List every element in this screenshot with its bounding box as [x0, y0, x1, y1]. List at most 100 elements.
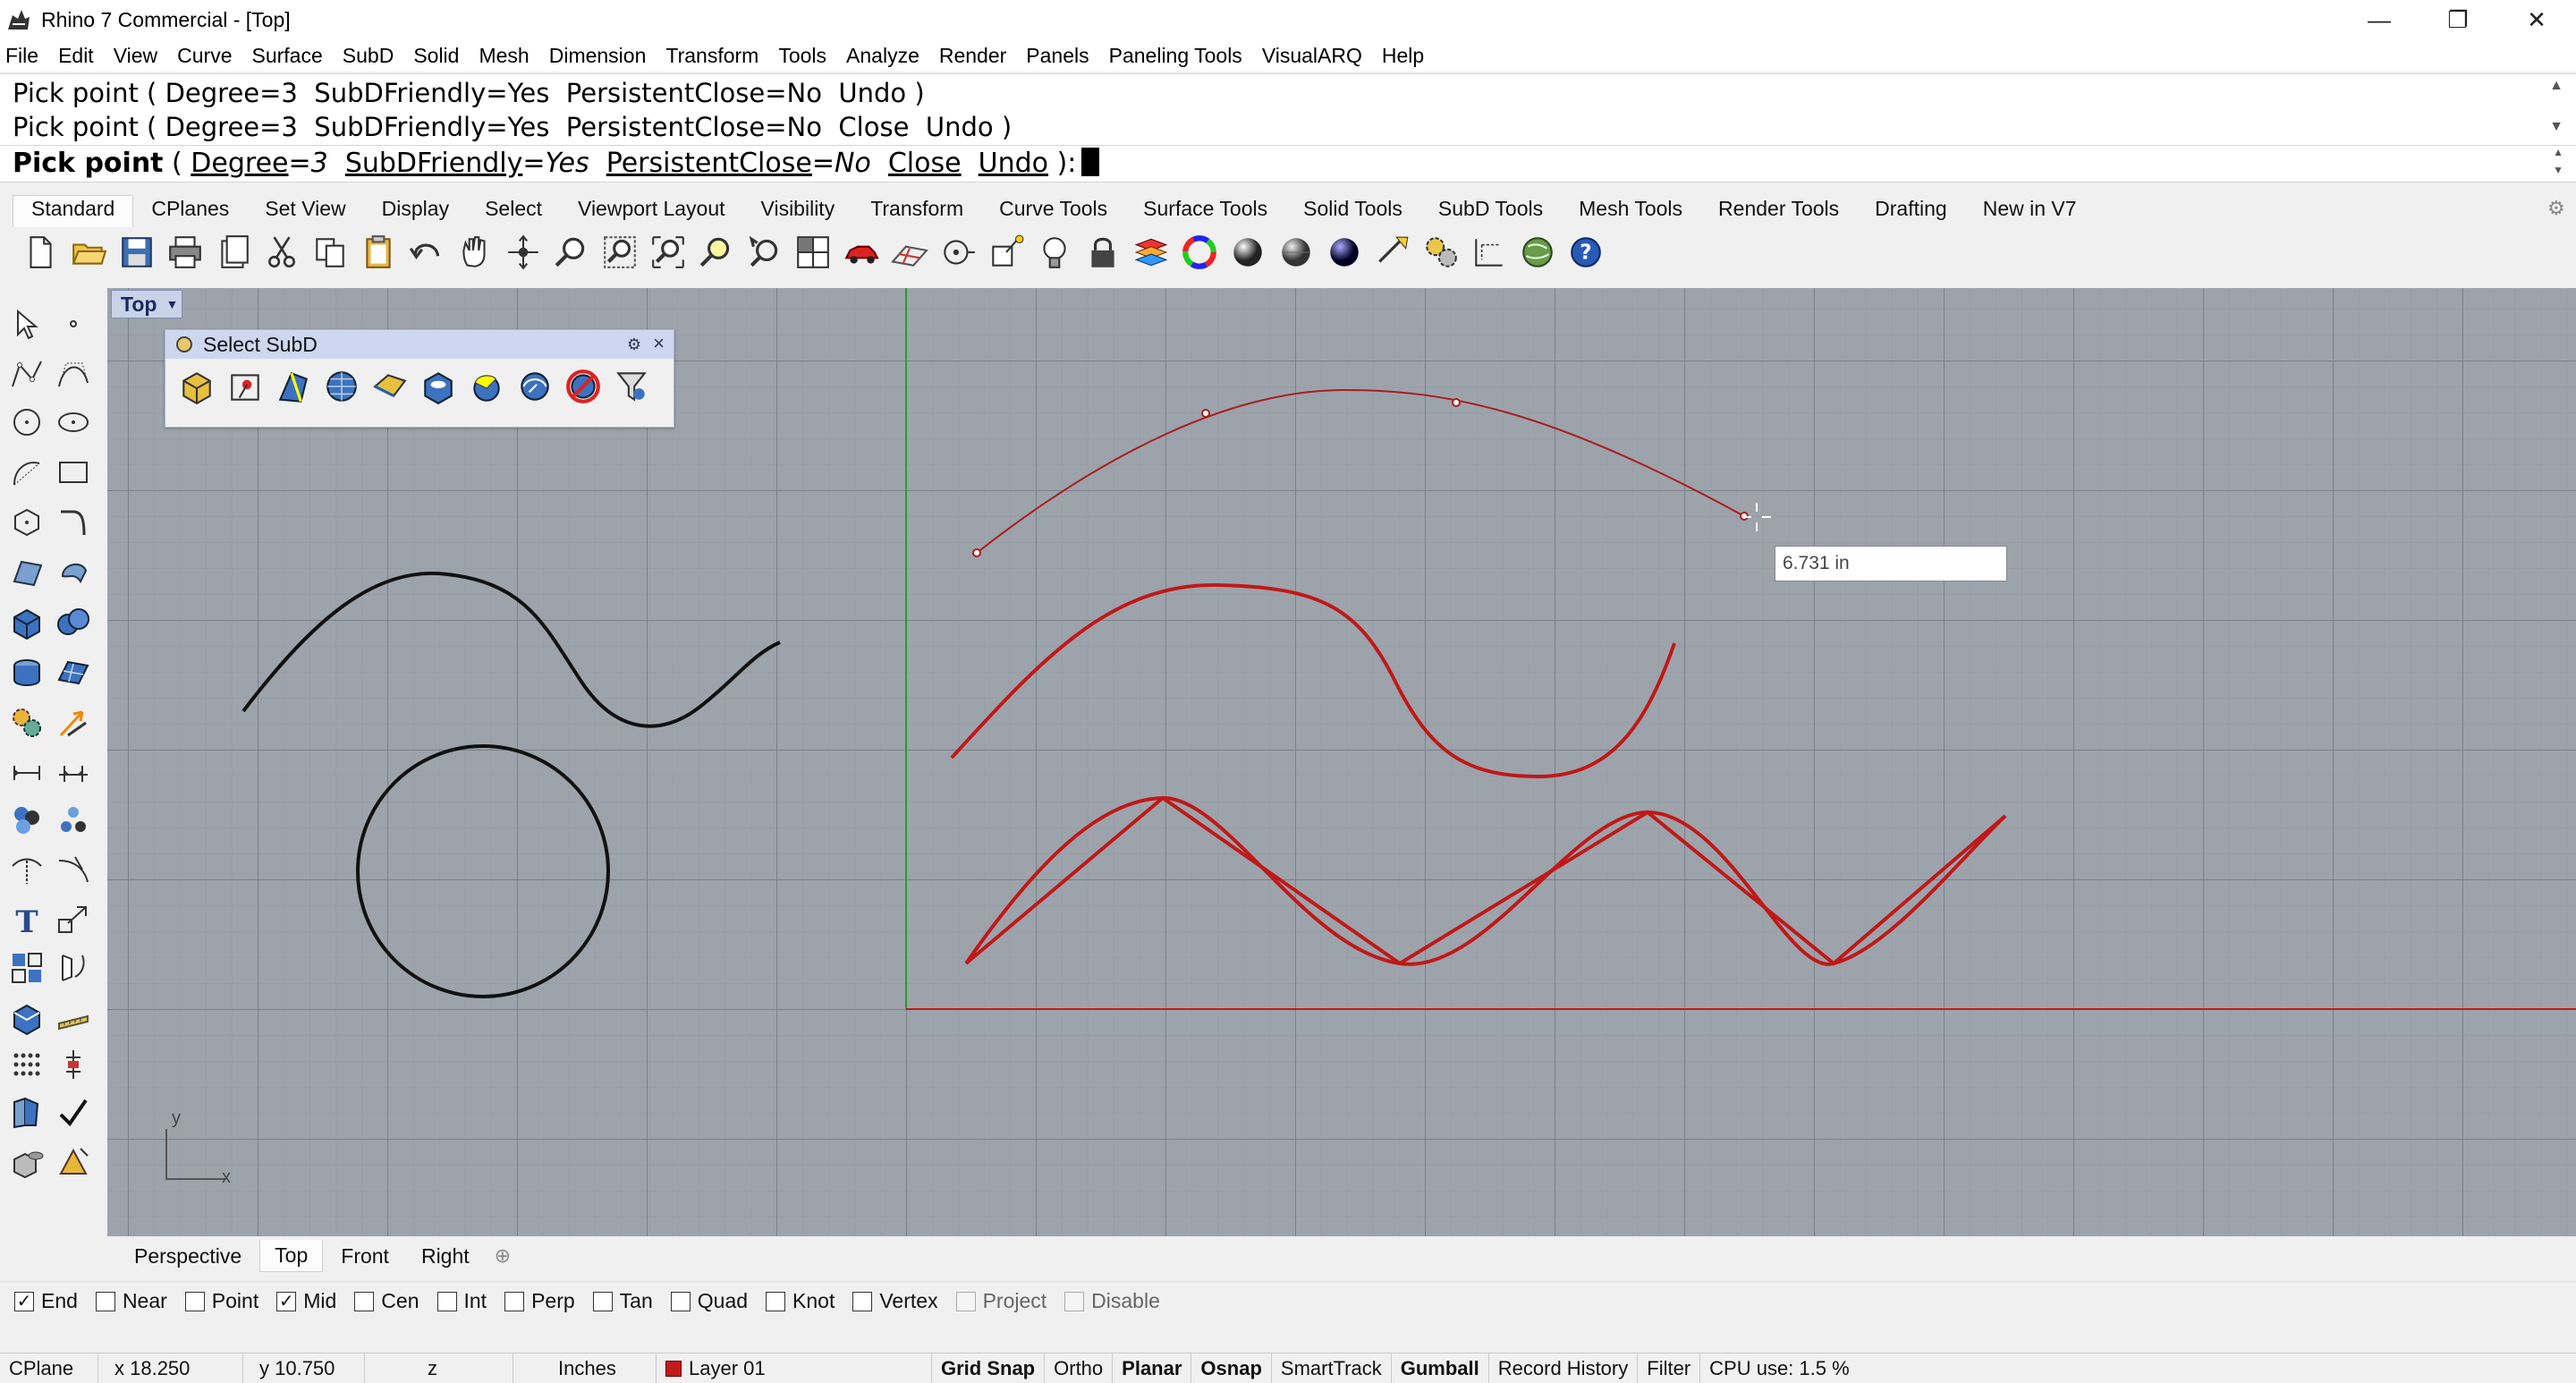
status-ortho[interactable]: Ortho — [1045, 1353, 1114, 1383]
option-persistentclose[interactable]: PersistentClose — [606, 148, 812, 179]
menu-visualarq[interactable]: VisualARQ — [1262, 44, 1362, 68]
status-planar[interactable]: Planar — [1113, 1353, 1192, 1383]
food4rhino-globe-icon[interactable] — [1515, 230, 1560, 275]
viewport-title-tab[interactable]: Top ▼ — [111, 290, 182, 318]
cylinder-icon[interactable] — [5, 651, 48, 694]
status-units[interactable]: Inches — [513, 1353, 657, 1383]
osnap-mid-checkbox[interactable]: ✓ — [276, 1291, 297, 1311]
osnap-mid[interactable]: ✓ Mid — [276, 1289, 336, 1313]
osnap-project[interactable]: Project — [955, 1289, 1046, 1313]
osnap-near-checkbox[interactable] — [95, 1291, 115, 1311]
scale-icon[interactable] — [52, 898, 95, 941]
viewport-tab-right[interactable]: Right — [407, 1241, 484, 1272]
status-osnap[interactable]: Osnap — [1191, 1353, 1272, 1383]
select-subd-boundary-icon[interactable] — [513, 364, 557, 409]
osnap-point-checkbox[interactable] — [184, 1291, 205, 1311]
command-prompt[interactable]: Pick point ( Degree=3 SubDFriendly=Yes P… — [0, 145, 2576, 182]
tab-new-in-v7[interactable]: New in V7 — [1965, 195, 2095, 227]
menu-surface[interactable]: Surface — [252, 44, 323, 68]
osnap-quad[interactable]: Quad — [670, 1289, 748, 1313]
copy-icon[interactable] — [308, 230, 352, 275]
menu-tools[interactable]: Tools — [778, 44, 826, 68]
rotate-view-icon[interactable] — [501, 230, 546, 275]
status-gumball[interactable]: Gumball — [1392, 1353, 1489, 1383]
save-icon[interactable] — [114, 230, 159, 275]
point-grid-icon[interactable] — [5, 1043, 48, 1086]
command-prompt-text[interactable]: Pick point ( Degree=3 SubDFriendly=Yes P… — [13, 148, 1100, 179]
rectangle-icon[interactable] — [52, 451, 95, 494]
polyline-icon[interactable] — [5, 352, 48, 395]
curve-control-points-icon[interactable] — [52, 352, 95, 395]
color-wheel-icon[interactable] — [1177, 230, 1222, 275]
polygon-icon[interactable] — [5, 501, 48, 544]
viewport-tab-perspective[interactable]: Perspective — [120, 1241, 256, 1272]
menu-paneling-tools[interactable]: Paneling Tools — [1109, 44, 1242, 68]
box-solid-icon[interactable] — [5, 601, 48, 644]
floating-toolbar-close-icon[interactable]: × — [653, 332, 665, 355]
new-file-icon[interactable] — [18, 230, 63, 275]
arc-icon[interactable] — [5, 451, 48, 494]
aligned-dimension-icon[interactable] — [52, 750, 95, 793]
zoom-extents-icon[interactable] — [646, 230, 691, 275]
osnap-end-checkbox[interactable]: ✓ — [14, 1291, 34, 1311]
tab-standard[interactable]: Standard — [13, 195, 134, 227]
array-icon[interactable] — [5, 946, 48, 989]
osnap-near[interactable]: Near — [95, 1289, 167, 1313]
tab-curve-tools[interactable]: Curve Tools — [981, 195, 1125, 227]
osnap-project-checkbox[interactable] — [955, 1291, 976, 1311]
tab-display[interactable]: Display — [364, 195, 467, 227]
distance-readout-input[interactable]: 6.731 in — [1775, 546, 2007, 581]
status-filter[interactable]: Filter — [1638, 1353, 1701, 1383]
osnap-point[interactable]: Point — [184, 1289, 258, 1313]
toolbar-settings-gear-icon[interactable]: ⚙ — [2547, 197, 2569, 219]
select-subd-faces-yellow-icon[interactable] — [464, 364, 509, 409]
tab-visibility[interactable]: Visibility — [743, 195, 853, 227]
lighting-arrows-icon[interactable] — [52, 701, 95, 744]
menu-edit[interactable]: Edit — [58, 44, 94, 68]
check-icon[interactable] — [52, 1091, 95, 1134]
select-subd-icon[interactable] — [174, 364, 219, 409]
paste-icon[interactable] — [356, 230, 401, 275]
tab-set-view[interactable]: Set View — [247, 195, 363, 227]
text-icon[interactable]: T — [5, 898, 48, 941]
zoom-selected-icon[interactable] — [694, 230, 739, 275]
flow-along-curve-icon[interactable] — [52, 946, 95, 989]
top-viewport[interactable]: y x Top ▼ — [107, 288, 2576, 1236]
osnap-cen[interactable]: Cen — [354, 1289, 419, 1313]
tab-cplanes[interactable]: CPlanes — [133, 195, 247, 227]
dimension-icon[interactable] — [1467, 230, 1512, 275]
osnap-tan-checkbox[interactable] — [592, 1291, 613, 1311]
undo-icon[interactable] — [404, 230, 449, 275]
tab-mesh-tools[interactable]: Mesh Tools — [1561, 195, 1700, 227]
open-folder-icon[interactable] — [66, 230, 111, 275]
viewport-canvas[interactable]: y x — [107, 288, 2576, 1236]
tab-drafting[interactable]: Drafting — [1857, 195, 1965, 227]
split-icon[interactable] — [52, 848, 95, 891]
select-subd-ring-icon[interactable] — [416, 364, 461, 409]
boolean-union-icon[interactable] — [52, 601, 95, 644]
mesh-plane-icon[interactable] — [52, 651, 95, 694]
menu-curve[interactable]: Curve — [177, 44, 232, 68]
tab-solid-tools[interactable]: Solid Tools — [1285, 195, 1420, 227]
four-view-icon[interactable] — [791, 230, 835, 275]
select-subd-edges-icon[interactable] — [271, 364, 316, 409]
subd-filter-icon[interactable] — [609, 364, 654, 409]
osnap-disable-checkbox[interactable] — [1064, 1291, 1085, 1311]
osnap-perp-checkbox[interactable] — [504, 1291, 525, 1311]
gumball-move-icon[interactable] — [52, 1043, 95, 1086]
undo-view-icon[interactable] — [742, 230, 787, 275]
linear-dimension-icon[interactable] — [5, 750, 48, 793]
prompt-up-icon[interactable]: ▲ — [2553, 146, 2563, 158]
trim-icon[interactable] — [5, 848, 48, 891]
select-subd-loop-icon[interactable] — [368, 364, 412, 409]
black-circle[interactable] — [356, 744, 610, 998]
pan-hand-icon[interactable] — [453, 230, 497, 275]
circle-icon[interactable] — [5, 401, 48, 444]
viewport-tab-front[interactable]: Front — [326, 1241, 403, 1272]
add-viewport-tab-icon[interactable]: ⊕ — [495, 1244, 511, 1268]
black-freeform-curve[interactable] — [242, 571, 781, 728]
layer-icon[interactable] — [1129, 230, 1174, 275]
tab-viewport-layout[interactable]: Viewport Layout — [560, 195, 743, 227]
select-subd-floating-toolbar[interactable]: Select SubD ⚙ × — [165, 329, 674, 428]
grid-plane-icon[interactable] — [887, 230, 932, 275]
